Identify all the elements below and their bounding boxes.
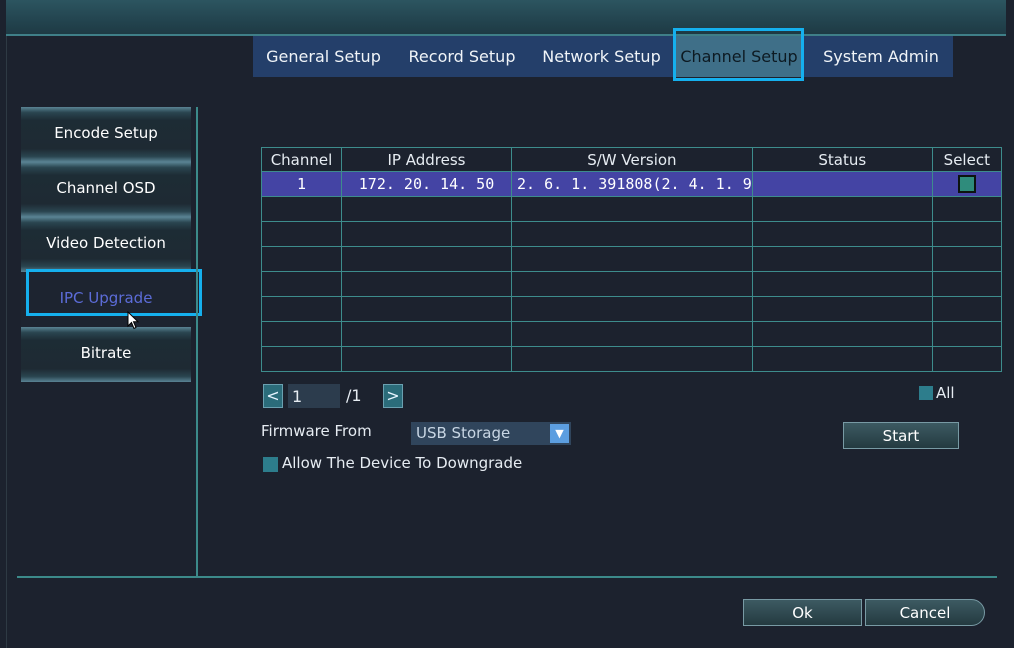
chevron-left-icon: < (266, 386, 280, 405)
cell-ip-address (341, 271, 512, 297)
cell-status (751, 246, 933, 272)
cell-sw-version (511, 296, 753, 322)
column-header-status: Status (751, 147, 933, 172)
sidebar-item-encode-setup[interactable]: Encode Setup (21, 107, 191, 162)
mouse-pointer-icon (127, 311, 140, 330)
cell-channel: 1 (261, 171, 342, 197)
cell-status (751, 271, 933, 297)
table-row[interactable] (261, 196, 1002, 222)
table-row[interactable] (261, 296, 1002, 322)
table-row[interactable] (261, 246, 1002, 272)
row-select-checkbox[interactable] (957, 175, 976, 194)
firmware-source-value: USB Storage (416, 424, 511, 442)
cell-status (751, 196, 933, 222)
cell-channel (261, 246, 342, 272)
cell-select (931, 171, 1002, 197)
tab-system-admin[interactable]: System Admin (809, 36, 953, 77)
sidebar-item-bitrate[interactable]: Bitrate (21, 327, 191, 382)
table-header-row: Channel IP Address S/W Version Status Se… (261, 147, 1002, 172)
tab-general-setup[interactable]: General Setup (253, 36, 394, 77)
cell-ip-address (341, 246, 512, 272)
cell-channel (261, 296, 342, 322)
chevron-right-icon: > (386, 386, 400, 405)
dropdown-arrow-icon[interactable]: ▼ (550, 424, 569, 443)
cell-sw-version (511, 271, 753, 297)
table-row[interactable] (261, 221, 1002, 247)
cancel-button[interactable]: Cancel (865, 599, 985, 626)
firmware-source-select[interactable]: USB Storage ▼ (411, 422, 571, 445)
cell-select (931, 196, 1002, 222)
cell-channel (261, 196, 342, 222)
prev-page-button[interactable]: < (263, 384, 283, 408)
cell-channel (261, 271, 342, 297)
table-row[interactable] (261, 271, 1002, 297)
cell-ip-address (341, 296, 512, 322)
cell-ip-address (341, 346, 512, 372)
next-page-button[interactable]: > (383, 384, 403, 408)
cell-select (931, 296, 1002, 322)
cell-select (931, 271, 1002, 297)
ok-button[interactable]: Ok (743, 599, 862, 626)
start-button[interactable]: Start (843, 422, 959, 449)
firmware-from-label: Firmware From (261, 422, 372, 440)
allow-downgrade-label: Allow The Device To Downgrade (282, 454, 523, 472)
cell-select (931, 246, 1002, 272)
table-row[interactable]: 1 172. 20. 14. 50 2. 6. 1. 391808(2. 4. … (261, 171, 1002, 197)
cell-sw-version (511, 221, 753, 247)
tab-bar: General Setup Record Setup Network Setup… (253, 36, 953, 77)
horizontal-divider (17, 576, 997, 578)
cell-select (931, 321, 1002, 347)
select-all-checkbox[interactable] (919, 386, 933, 400)
cell-status (751, 296, 933, 322)
cell-sw-version (511, 196, 753, 222)
select-all-label: All (936, 384, 955, 402)
page-number-input[interactable] (288, 384, 340, 408)
cell-status (751, 221, 933, 247)
allow-downgrade-checkbox[interactable] (263, 457, 278, 472)
table-row[interactable] (261, 321, 1002, 347)
title-bar (6, 0, 1006, 36)
column-header-select: Select (931, 147, 1002, 172)
vertical-divider (196, 107, 198, 577)
cell-status (751, 171, 933, 197)
cell-ip-address: 172. 20. 14. 50 (341, 171, 512, 197)
column-header-ip-address: IP Address (341, 147, 512, 172)
cell-channel (261, 346, 342, 372)
sidebar-item-channel-osd[interactable]: Channel OSD (21, 162, 191, 217)
tab-network-setup[interactable]: Network Setup (530, 36, 673, 77)
cell-select (931, 346, 1002, 372)
page-total: /1 (346, 386, 362, 405)
cell-sw-version: 2. 6. 1. 391808(2. 4. 1. 9 (511, 171, 753, 197)
cell-status (751, 321, 933, 347)
cell-ip-address (341, 221, 512, 247)
cell-sw-version (511, 246, 753, 272)
cell-ip-address (341, 321, 512, 347)
column-header-channel: Channel (261, 147, 342, 172)
cell-channel (261, 221, 342, 247)
sidebar-item-ipc-upgrade[interactable]: IPC Upgrade (21, 272, 191, 327)
cell-status (751, 346, 933, 372)
tab-channel-setup[interactable]: Channel Setup (675, 36, 803, 77)
tab-record-setup[interactable]: Record Setup (394, 36, 530, 77)
cell-sw-version (511, 346, 753, 372)
cell-sw-version (511, 321, 753, 347)
sidebar-item-video-detection[interactable]: Video Detection (21, 217, 191, 272)
ipc-table: Channel IP Address S/W Version Status Se… (261, 147, 1002, 372)
cell-select (931, 221, 1002, 247)
cell-ip-address (341, 196, 512, 222)
cell-channel (261, 321, 342, 347)
table-row[interactable] (261, 346, 1002, 372)
column-header-sw-version: S/W Version (511, 147, 753, 172)
